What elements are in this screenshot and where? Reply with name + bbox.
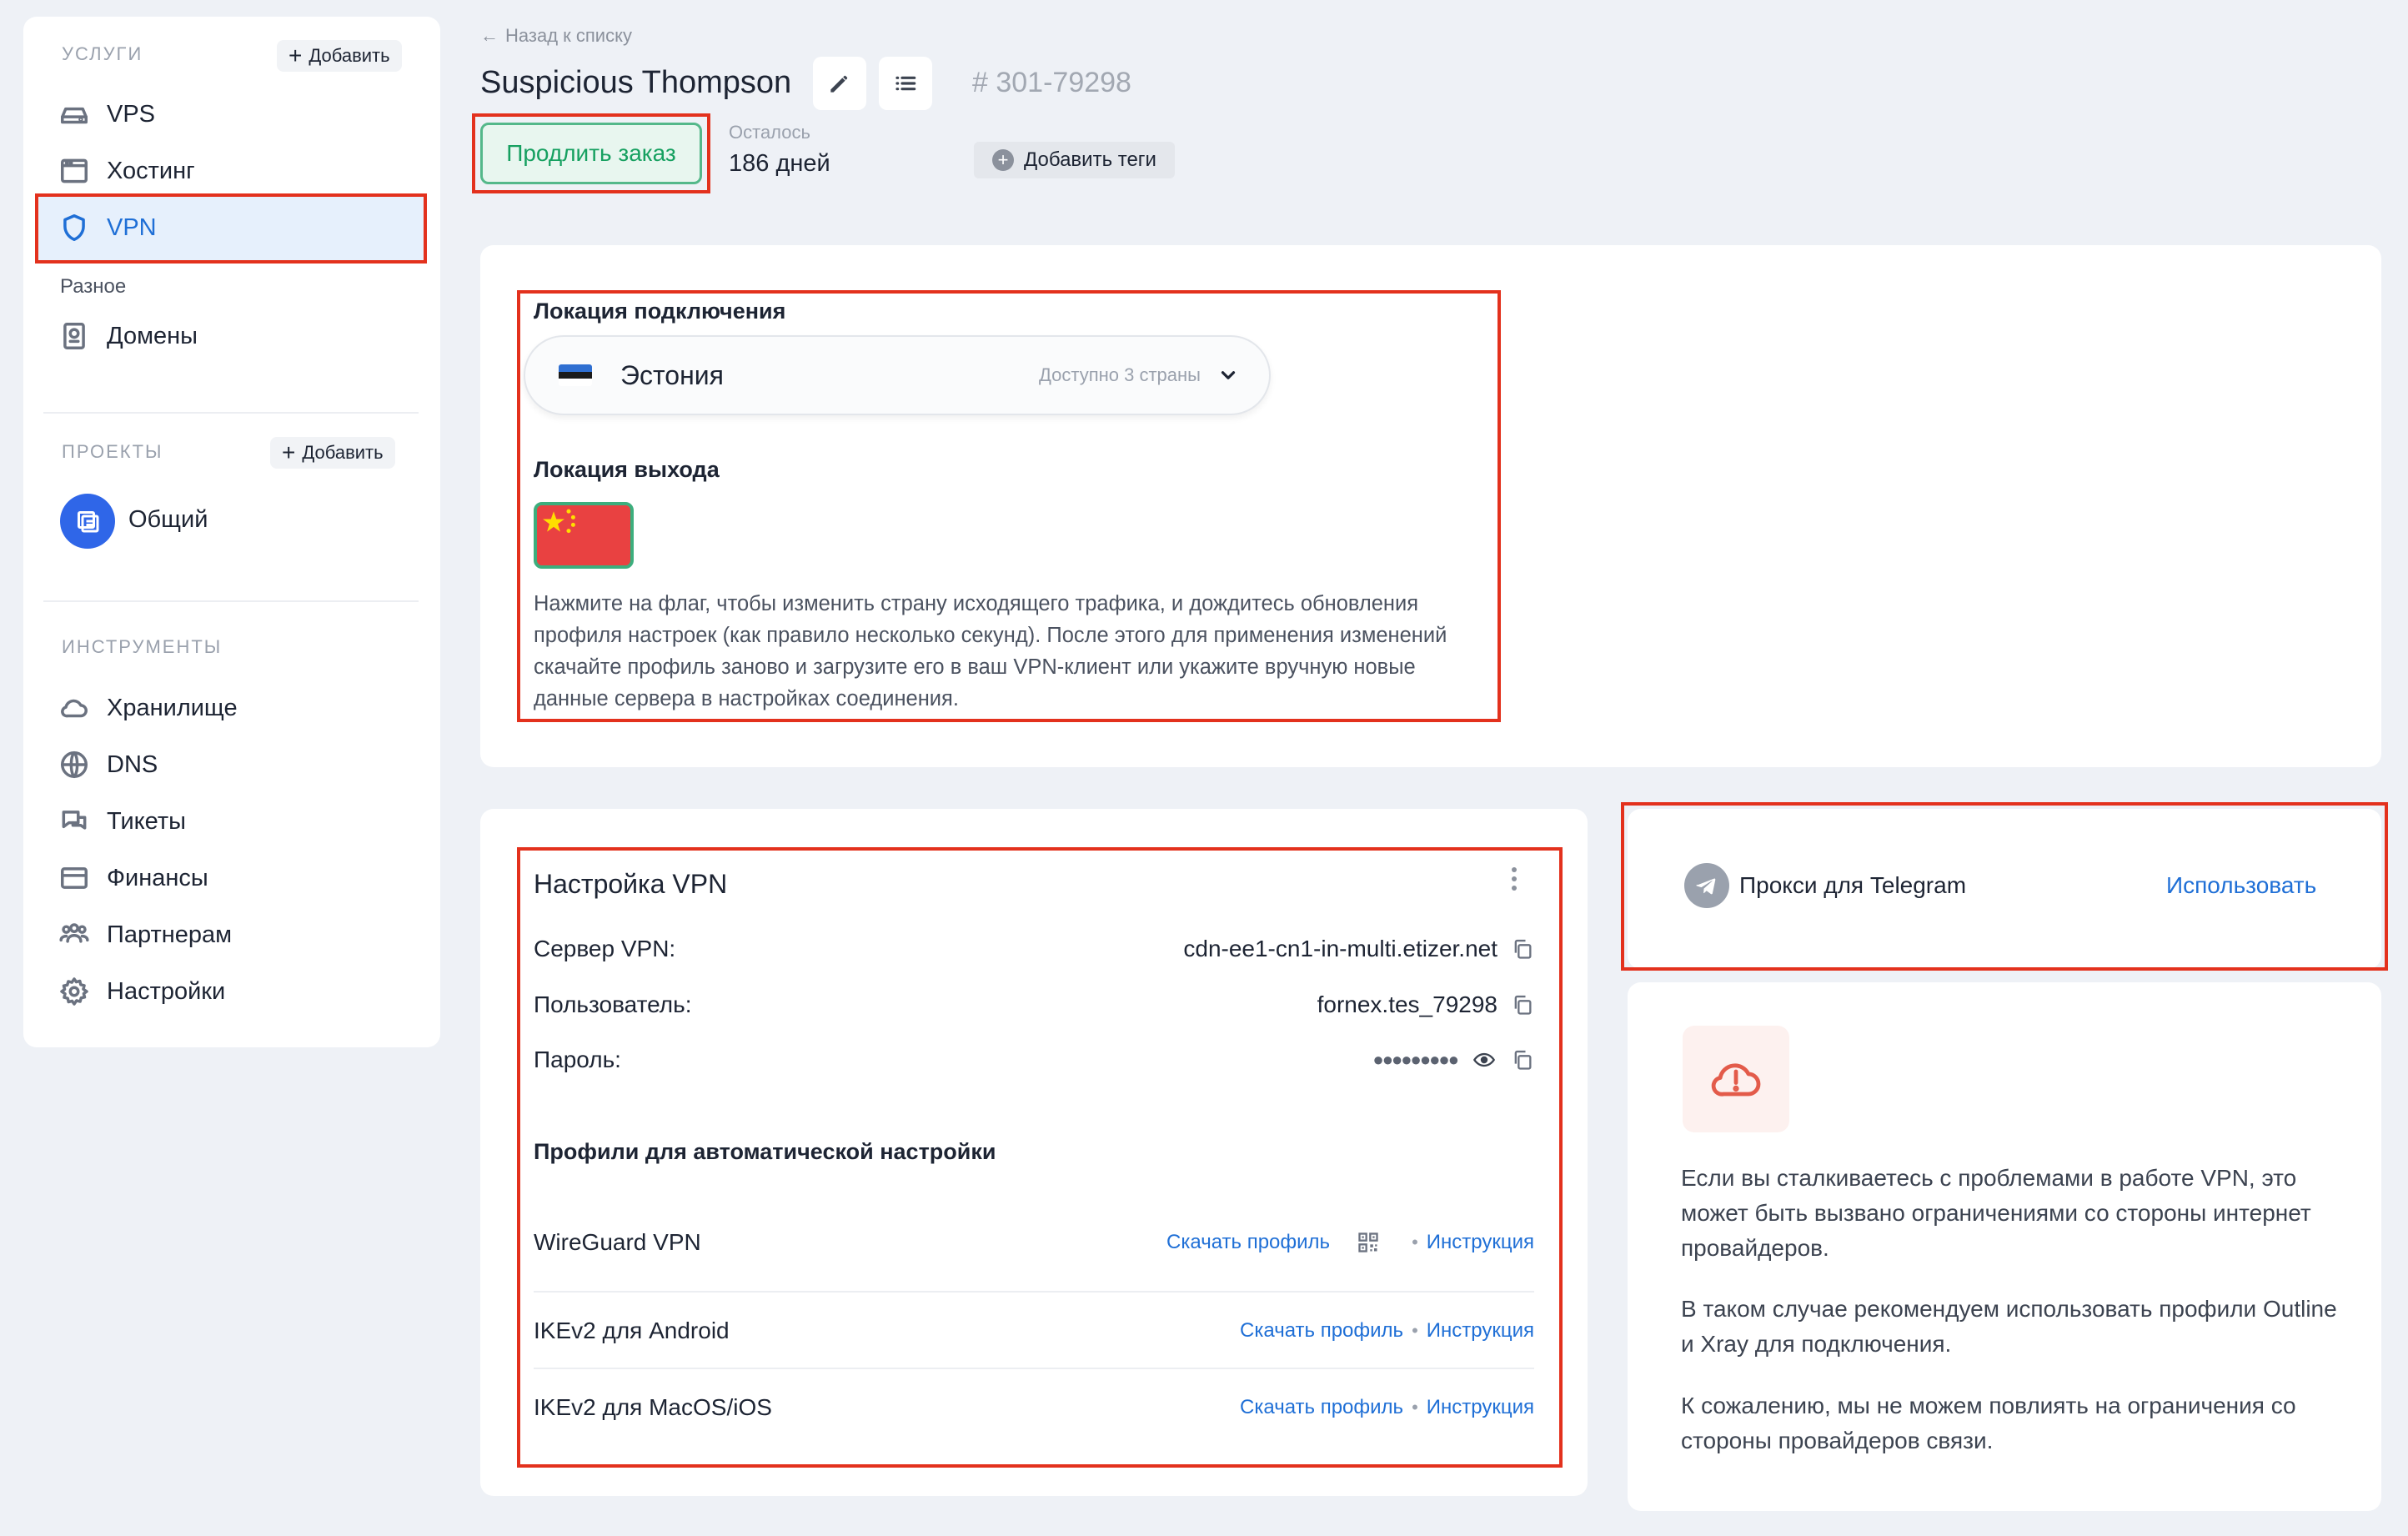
sidebar-item-finance[interactable]: Финансы [58,862,208,894]
plus-circle-icon: + [992,149,1014,171]
list-view-button[interactable] [879,57,932,110]
project-avatar[interactable] [60,494,115,549]
users-icon [59,923,89,943]
sidebar-divider [43,412,419,414]
cloud-alert-icon [1683,1026,1789,1132]
sidebar-item-vps[interactable]: VPS [58,98,155,130]
cloud-icon [61,699,88,718]
add-service-button[interactable]: + Добавить [277,40,402,72]
edit-name-button[interactable] [813,57,866,110]
sidebar-item-tickets[interactable]: Тикеты [58,806,186,837]
projects-section-label: Проекты [62,441,163,462]
project-icon [78,511,99,533]
list-icon [895,76,916,91]
sidebar-divider [43,600,419,602]
back-to-list-link[interactable]: ← Назад к списку [480,25,632,47]
vpn-issues-paragraph-2: В таком случае рекомендуем использовать … [1681,1296,2337,1357]
sidebar-item-storage[interactable]: Хранилище [58,692,238,724]
chat-bubbles-icon [62,811,87,830]
sidebar-item-dns[interactable]: DNS [58,749,158,781]
plus-icon: + [288,43,303,68]
add-project-button[interactable]: + Добавить [270,437,395,469]
gear-icon [60,977,88,1006]
highlight-vpn-nav [35,193,427,264]
plus-icon: + [282,439,296,465]
globe-icon [61,751,88,778]
credit-card-icon [61,867,88,889]
sidebar-item-domains[interactable]: Домены [58,320,198,352]
pencil-icon [830,75,848,93]
remaining-value: 186 дней [729,150,830,177]
project-name[interactable]: Общий [128,506,208,534]
page-title: Suspicious Thompson [480,65,792,100]
vpn-issues-paragraph-3: К сожалению, мы не можем повлиять на огр… [1681,1393,2296,1453]
highlight-location-section [517,290,1501,722]
highlight-renew-button [472,113,710,193]
passport-icon [63,323,85,349]
remaining-label: Осталось [729,122,810,143]
sidebar-item-partners[interactable]: Партнерам [58,919,232,951]
highlight-telegram-card [1621,802,2388,971]
vpn-issues-paragraph-1: Если вы сталкиваетесь с проблемами в раб… [1681,1165,2311,1261]
sidebar-item-hosting[interactable]: Хостинг [58,155,195,187]
sidebar-item-settings[interactable]: Настройки [58,976,225,1007]
arrow-left-icon: ← [480,25,499,46]
browser-window-icon [61,158,88,183]
highlight-vpn-settings [517,847,1563,1468]
tools-section-label: Инструменты [62,636,223,657]
server-icon [61,107,88,124]
misc-section-label: Разное [60,275,127,298]
order-id: # 301-79298 [972,67,1131,98]
services-section-label: Услуги [62,43,143,64]
add-tags-button[interactable]: + Добавить теги [974,142,1175,178]
